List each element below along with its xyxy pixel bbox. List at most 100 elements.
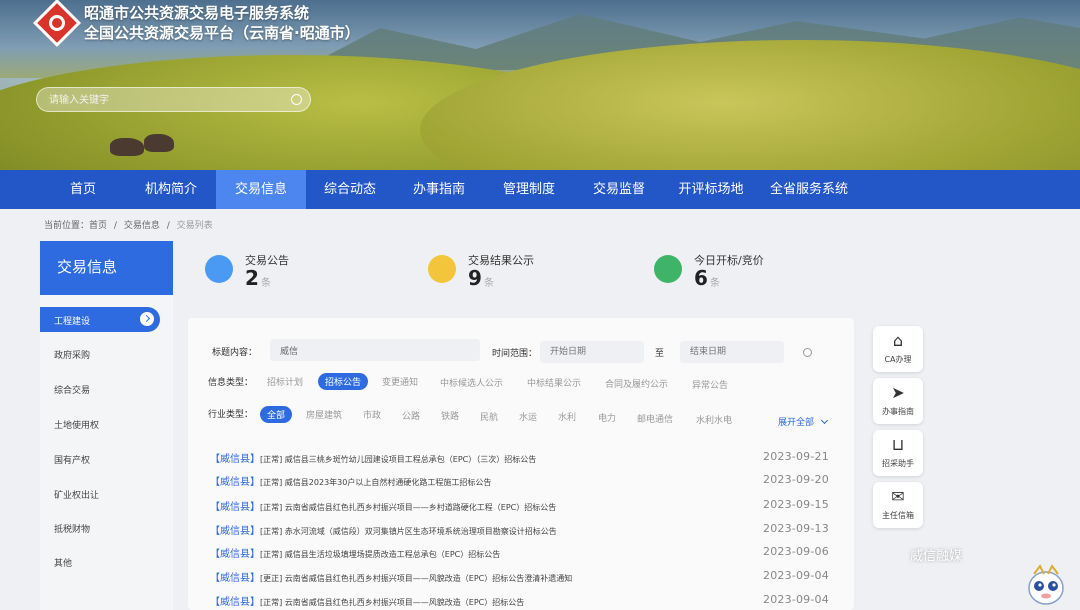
- gavel-icon: [654, 255, 682, 283]
- expand-all-label: 展开全部: [778, 418, 815, 428]
- type-tag-candidate[interactable]: 中标候选人公示: [440, 376, 503, 389]
- industry-tag-railway[interactable]: 铁路: [441, 409, 459, 422]
- date-search-icon[interactable]: [803, 348, 812, 357]
- list-item-county: 【威信县】: [210, 502, 260, 513]
- sidebar-item-other[interactable]: 其他: [54, 556, 72, 569]
- stat-unit: 条: [261, 278, 271, 289]
- banner-yak: [110, 138, 144, 156]
- site-title-line2: 全国公共资源交易平台（云南省·昭通市）: [84, 24, 360, 42]
- list-item[interactable]: 【威信县】[正常] 赤水河流域（威信段）双河集镇片区生态环境系统治理项目勘察设计…: [210, 522, 830, 540]
- ca-service-button[interactable]: ⌂ CA办理: [873, 326, 923, 372]
- time-range-label: 时间范围：: [492, 349, 538, 359]
- type-tag-abnormal[interactable]: 异常公告: [692, 378, 728, 391]
- industry-tag-building[interactable]: 房屋建筑: [306, 408, 342, 421]
- list-item-title[interactable]: 威信县生活垃圾填埋场提质改造工程总承包（EPC）招标公告: [285, 550, 500, 559]
- stat-count: 2: [245, 266, 259, 290]
- industry-tag-aviation[interactable]: 民航: [480, 410, 498, 423]
- list-item-county: 【威信县】: [210, 573, 260, 584]
- type-tag-plan[interactable]: 招标计划: [267, 375, 303, 388]
- tool-label: CA办理: [884, 355, 912, 364]
- industry-tag-all[interactable]: 全部: [260, 406, 293, 423]
- sidebar-item-mining-rights[interactable]: 矿业权出让: [54, 488, 99, 501]
- list-item-title[interactable]: 云南省威信县红色扎西乡村振兴项目——乡村道路硬化工程（EPC）招标公告: [285, 503, 556, 512]
- list-item-county: 【威信县】: [210, 477, 260, 488]
- list-item[interactable]: 【威信县】[正常] 云南省威信县红色扎西乡村振兴项目——风貌改造（EPC）招标公…: [210, 593, 830, 610]
- nav-rules[interactable]: 管理制度: [484, 170, 574, 209]
- sidebar-item-comprehensive[interactable]: 综合交易: [54, 383, 90, 396]
- industry-tag-waterway[interactable]: 水运: [519, 410, 537, 423]
- type-tag-result[interactable]: 中标结果公示: [527, 376, 581, 389]
- breadcrumb-trade-info[interactable]: 交易信息: [124, 221, 160, 231]
- nav-home[interactable]: 首页: [40, 170, 126, 209]
- stat-count: 6: [694, 266, 708, 290]
- site-title: 昭通市公共资源交易电子服务系统 全国公共资源交易平台（云南省·昭通市）: [84, 3, 360, 43]
- sidebar-item-engineering[interactable]: 工程建设: [40, 307, 160, 332]
- guide-button[interactable]: ➤ 办事指南: [873, 378, 923, 424]
- industry-tag-highway[interactable]: 公路: [402, 409, 420, 422]
- type-tag-contract[interactable]: 合同及履约公示: [605, 377, 668, 390]
- industry-tag-telecom[interactable]: 邮电通信: [637, 412, 673, 425]
- procurement-assistant-button[interactable]: ⊔ 招采助手: [873, 430, 923, 476]
- search-box[interactable]: [36, 87, 311, 112]
- time-to-label: 至: [655, 349, 665, 359]
- industry-tag-hydropower[interactable]: 水利水电: [696, 413, 732, 426]
- list-item[interactable]: 【威信县】[正常] 云南省威信县红色扎西乡村振兴项目——乡村道路硬化工程（EPC…: [210, 498, 830, 516]
- list-item-kind: [正常]: [260, 503, 283, 512]
- list-item-county: 【威信县】: [210, 454, 260, 465]
- list-item-kind: [正常]: [260, 550, 283, 559]
- list-item[interactable]: 【威信县】[正常] 威信县2023年30户以上自然村通硬化路工程施工招标公告 2…: [210, 473, 830, 491]
- type-tag-change[interactable]: 变更通知: [382, 375, 418, 388]
- list-item-title[interactable]: 云南省威信县红色扎西乡村振兴项目——风貌改造（EPC）招标公告澄清补遗通知: [285, 574, 572, 583]
- sidebar-item-land[interactable]: 土地使用权: [54, 418, 99, 431]
- watermark-text: 威信融媒: [910, 549, 963, 564]
- nav-province-system[interactable]: 全省服务系统: [758, 170, 860, 209]
- sidebar-item-government-procurement[interactable]: 政府采购: [54, 348, 90, 361]
- industry-tag-power[interactable]: 电力: [598, 411, 616, 424]
- start-date-input[interactable]: [540, 341, 644, 363]
- list-item-title[interactable]: 威信县2023年30户以上自然村通硬化路工程施工招标公告: [285, 478, 492, 487]
- industry-tag-municipal[interactable]: 市政: [363, 408, 381, 421]
- list-item-title[interactable]: 云南省威信县红色扎西乡村振兴项目——风貌改造（EPC）招标公告: [285, 598, 524, 607]
- list-item-kind: [正常]: [260, 598, 283, 607]
- breadcrumb-home[interactable]: 当前位置：首页: [44, 221, 107, 231]
- tool-label: 办事指南: [882, 407, 914, 416]
- sidebar-title: 交易信息: [40, 241, 173, 295]
- mail-icon: ✉: [891, 487, 905, 506]
- stat-count: 9: [468, 266, 482, 290]
- list-item[interactable]: 【威信县】[正常] 威信县生活垃圾填埋场提质改造工程总承包（EPC）招标公告 2…: [210, 545, 830, 563]
- site-logo-icon[interactable]: [32, 0, 82, 48]
- main-nav: 首页 机构简介 交易信息 综合动态 办事指南 管理制度 交易监督 开评标场地 全…: [0, 170, 1080, 209]
- document-icon: [428, 255, 456, 283]
- breadcrumb: 当前位置：首页 / 交易信息 / 交易列表: [44, 218, 213, 231]
- nav-about[interactable]: 机构简介: [126, 170, 216, 209]
- list-item-date: 2023-09-04: [763, 593, 829, 606]
- search-input[interactable]: [49, 91, 279, 109]
- nav-trade-info[interactable]: 交易信息: [216, 170, 306, 209]
- sidebar-item-state-property[interactable]: 国有产权: [54, 453, 90, 466]
- paper-plane-icon: ➤: [891, 383, 905, 402]
- nav-news[interactable]: 综合动态: [306, 170, 394, 209]
- list-item-date: 2023-09-21: [763, 450, 829, 463]
- nav-supervision[interactable]: 交易监督: [574, 170, 664, 209]
- list-item-title[interactable]: 威信县三桃乡斑竹幼儿园建设项目工程总承包（EPC）（三次）招标公告: [285, 455, 536, 464]
- tool-label: 主任信箱: [882, 511, 914, 520]
- expand-all-link[interactable]: 展开全部: [778, 415, 828, 428]
- chevron-right-icon: [140, 312, 154, 326]
- nav-venue[interactable]: 开评标场地: [664, 170, 758, 209]
- sidebar-item-tax-property[interactable]: 抵税财物: [54, 522, 90, 535]
- list-item[interactable]: 【威信县】[更正] 云南省威信县红色扎西乡村振兴项目——风貌改造（EPC）招标公…: [210, 569, 830, 587]
- banner-yak: [144, 134, 174, 152]
- end-date-input[interactable]: [680, 341, 784, 363]
- list-item-county: 【威信县】: [210, 526, 260, 537]
- list-item[interactable]: 【威信县】[正常] 威信县三桃乡斑竹幼儿园建设项目工程总承包（EPC）（三次）招…: [210, 450, 830, 468]
- director-mailbox-button[interactable]: ✉ 主任信箱: [873, 482, 923, 528]
- type-tag-notice[interactable]: 招标公告: [318, 373, 369, 390]
- title-filter-input[interactable]: [270, 339, 480, 361]
- mascot-icon: [1028, 564, 1064, 605]
- list-item-title[interactable]: 赤水河流域（威信段）双河集镇片区生态环境系统治理项目勘察设计招标公告: [285, 527, 557, 536]
- nav-guide[interactable]: 办事指南: [394, 170, 484, 209]
- industry-tag-water-conservancy[interactable]: 水利: [558, 410, 576, 423]
- sidebar: 工程建设 政府采购 综合交易 土地使用权 国有产权 矿业权出让 抵税财物 其他: [40, 295, 173, 610]
- info-type-label: 信息类型：: [208, 378, 254, 388]
- search-icon[interactable]: [291, 94, 302, 105]
